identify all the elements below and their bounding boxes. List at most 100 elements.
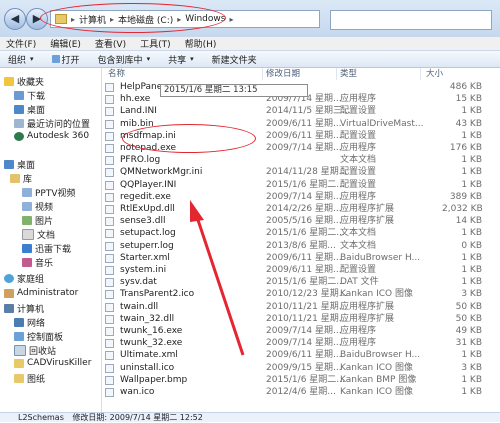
file-row[interactable]: regedit.exe 2009/7/14 星期... 应用程序 389 KB xyxy=(102,191,500,203)
file-row[interactable]: sysv.dat 2015/1/6 星期二... DAT 文件 1 KB xyxy=(102,276,500,288)
file-row[interactable]: twain_32.dll 2010/11/21 星期... 应用程序扩展 50 KB xyxy=(102,313,500,325)
sidebar-item-recent[interactable]: 最近访问的位置 xyxy=(14,117,90,130)
include-library-button[interactable]: 包含到库中 xyxy=(98,53,151,66)
file-type: Kankan ICO 图像 xyxy=(340,362,413,373)
breadcrumb-windows[interactable]: Windows xyxy=(185,14,225,24)
file-size: 1 KB xyxy=(461,106,482,117)
address-box[interactable]: ▸ 计算机 ▸ 本地磁盘 (C:) ▸ Windows ▸ xyxy=(50,10,320,28)
navigation-pane: 收藏夹 下载 桌面 最近访问的位置 Autodesk 360 桌面 库 PPTV… xyxy=(0,68,102,422)
file-type: VirtualDriveMast... xyxy=(340,118,424,129)
menu-edit[interactable]: 编辑(E) xyxy=(50,37,81,50)
file-row[interactable]: twunk_32.exe 2009/7/14 星期... 应用程序 31 KB xyxy=(102,337,500,349)
sidebar-item-cadviruskiller[interactable]: CADVirusKiller xyxy=(14,358,91,368)
sidebar-item-pictures[interactable]: 图片 xyxy=(22,214,53,227)
organize-button[interactable]: 组织 xyxy=(8,53,34,66)
file-type: 应用程序扩展 xyxy=(340,216,395,227)
file-size: 3 KB xyxy=(461,289,482,300)
sidebar-favorites-label: 收藏夹 xyxy=(17,78,45,88)
file-size: 1 KB xyxy=(461,155,482,166)
sidebar-item-recycle-bin[interactable]: 回收站 xyxy=(14,344,56,357)
file-row[interactable]: RtlExUpd.dll 2014/2/26 星期... 应用程序扩展 2,032 K… xyxy=(102,203,500,215)
file-size: 176 KB xyxy=(449,143,482,153)
column-header-date[interactable]: 修改日期 xyxy=(266,68,300,80)
file-name: setuperr.log xyxy=(120,240,174,251)
sidebar-item-drawings[interactable]: 图纸 xyxy=(14,372,45,385)
file-size: 0 KB xyxy=(461,240,482,251)
back-button[interactable]: ◀ xyxy=(4,8,26,30)
recent-places-icon xyxy=(14,119,24,128)
breadcrumb-computer[interactable]: 计算机 xyxy=(79,13,106,26)
sidebar-administrator[interactable]: Administrator xyxy=(4,288,78,298)
sidebar-item-desktop[interactable]: 桌面 xyxy=(14,103,45,116)
address-bar-area: ◀ ▶ ▸ 计算机 ▸ 本地磁盘 (C:) ▸ Windows ▸ xyxy=(0,0,500,38)
forward-button[interactable]: ▶ xyxy=(26,8,48,30)
sidebar-item-documents[interactable]: 文档 xyxy=(22,228,55,241)
file-name: QQPlayer.INI xyxy=(120,179,177,190)
file-row[interactable]: PFRO.log 文本文档 1 KB xyxy=(102,154,500,166)
sidebar-item-music[interactable]: 音乐 xyxy=(22,256,53,269)
breadcrumb-drive[interactable]: 本地磁盘 (C:) xyxy=(118,13,173,26)
file-type: 文本文档 xyxy=(340,228,377,239)
sidebar-item-label: 下载 xyxy=(27,92,46,102)
share-button[interactable]: 共享 xyxy=(168,53,194,66)
sidebar-favorites[interactable]: 收藏夹 xyxy=(4,75,44,88)
sidebar-item-downloads[interactable]: 下载 xyxy=(14,89,45,102)
file-name: uninstall.ico xyxy=(120,362,175,373)
file-icon xyxy=(105,253,114,263)
column-header-size[interactable]: 大小 xyxy=(426,68,443,80)
file-row[interactable]: setupact.log 2015/1/6 星期二... 文本文档 1 KB xyxy=(102,227,500,239)
file-icon xyxy=(105,156,114,166)
file-row[interactable]: TransParent2.ico 2010/12/23 星期... Kankan I… xyxy=(102,288,500,300)
file-row[interactable]: Wallpaper.bmp 2015/1/6 星期二... Kankan BMP 图… xyxy=(102,374,500,386)
menu-view[interactable]: 查看(V) xyxy=(95,37,126,50)
menu-file[interactable]: 文件(F) xyxy=(6,37,36,50)
menu-tools[interactable]: 工具(T) xyxy=(140,37,171,50)
file-row[interactable]: wan.ico 2012/4/6 星期... Kankan ICO 图像 1 KB xyxy=(102,386,500,398)
file-type: 配置设置 xyxy=(340,167,377,178)
new-folder-button[interactable]: 新建文件夹 xyxy=(212,53,257,66)
file-row[interactable]: QMNetworkMgr.ini 2014/11/28 星期... 配置设置 1 KB xyxy=(102,166,500,178)
sidebar-library[interactable]: 库 xyxy=(10,172,32,185)
sidebar-item-videos[interactable]: 视频 xyxy=(22,200,53,213)
file-row[interactable]: twain.dll 2010/11/21 星期... 应用程序扩展 50 KB xyxy=(102,301,500,313)
file-row[interactable]: setuperr.log 2013/8/6 星期... 文本文档 0 KB xyxy=(102,240,500,252)
file-size: 486 KB xyxy=(449,82,482,92)
column-divider[interactable] xyxy=(420,68,421,80)
file-row[interactable]: Ultimate.xml 2009/6/11 星期... BaiduBrowser … xyxy=(102,349,500,361)
sidebar-item-autodesk[interactable]: Autodesk 360 xyxy=(14,131,89,141)
file-row[interactable]: system.ini 2009/6/11 星期... 配置设置 1 KB xyxy=(102,264,500,276)
search-input[interactable] xyxy=(330,10,492,30)
column-divider[interactable] xyxy=(262,68,263,80)
file-name: wan.ico xyxy=(120,387,155,397)
breadcrumb-separator-icon: ▸ xyxy=(110,14,115,24)
file-row[interactable]: uninstall.ico 2009/9/15 星期... Kankan ICO 图… xyxy=(102,362,500,374)
sidebar-item-control-panel[interactable]: 控制面板 xyxy=(14,330,63,343)
file-name: sense3.dll xyxy=(120,216,166,227)
column-header-name[interactable]: 名称 xyxy=(108,68,125,80)
file-row[interactable]: sense3.dll 2005/5/16 星期... 应用程序扩展 14 KB xyxy=(102,215,500,227)
file-row[interactable]: Land.INI 2014/11/5 星期三... 配置设置 1 KB xyxy=(102,105,500,117)
file-icon xyxy=(105,327,114,336)
file-icon xyxy=(105,144,114,153)
sidebar-item-pptv[interactable]: PPTV视频 xyxy=(22,186,76,199)
file-size: 1 KB xyxy=(461,130,482,141)
sidebar-item-network[interactable]: 网络 xyxy=(14,316,45,329)
menu-help[interactable]: 帮助(H) xyxy=(185,37,217,50)
breadcrumb-separator-icon: ▸ xyxy=(229,14,234,24)
sidebar-computer[interactable]: 计算机 xyxy=(4,302,44,315)
sidebar-homegroup[interactable]: 家庭组 xyxy=(4,272,44,285)
file-row[interactable]: twunk_16.exe 2009/7/14 星期... 应用程序 49 KB xyxy=(102,325,500,337)
file-type: 应用程序 xyxy=(340,94,377,105)
sidebar-desktop-root[interactable]: 桌面 xyxy=(4,158,35,171)
sidebar-item-thunder[interactable]: 迅雷下载 xyxy=(22,242,71,255)
file-icon xyxy=(105,241,114,251)
file-type: Kankan ICO 图像 xyxy=(340,387,413,397)
sidebar-item-label: Administrator xyxy=(17,288,79,298)
star-icon xyxy=(4,77,14,86)
column-divider[interactable] xyxy=(336,68,337,80)
open-button[interactable]: 打开 xyxy=(51,53,80,66)
file-date: 2014/2/26 星期... xyxy=(266,204,342,214)
column-header-type[interactable]: 类型 xyxy=(340,68,357,80)
file-row[interactable]: Starter.xml 2009/6/11 星期... BaiduBrowser H… xyxy=(102,252,500,264)
file-row[interactable]: QQPlayer.INI 2015/1/6 星期二... 配置设置 1 KB xyxy=(102,179,500,191)
